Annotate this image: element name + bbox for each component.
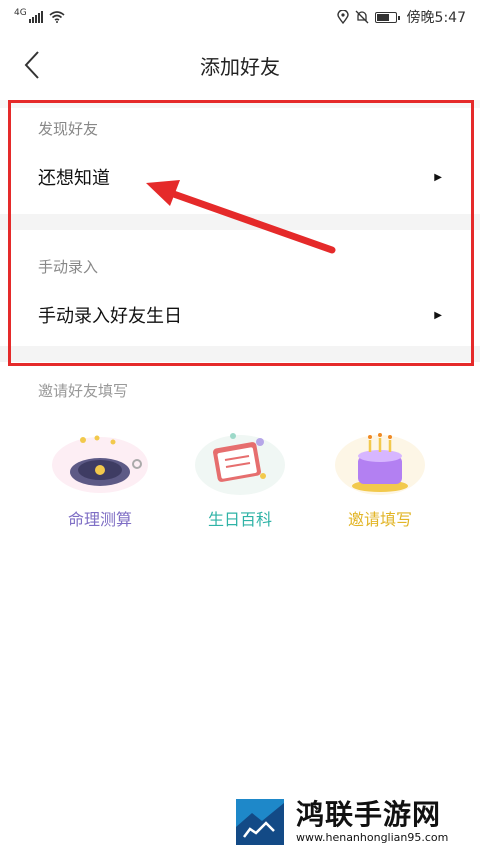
nav-bar: 添加好友 — [0, 34, 480, 96]
network-type: 4G — [14, 8, 27, 18]
invite-item-birthday-wiki[interactable]: 生日百科 — [170, 420, 310, 550]
fortune-compass-icon — [52, 435, 148, 493]
discover-group: 发现好友 还想知道 ▶ — [0, 108, 480, 204]
status-left: 4G — [14, 8, 65, 23]
right-triangle-icon: ▶ — [434, 309, 442, 321]
manual-header: 手动录入 — [38, 258, 99, 276]
brand-logo — [236, 799, 284, 845]
section-divider — [0, 214, 480, 230]
invite-item-label: 邀请填写 — [347, 510, 412, 529]
watermark: 鸿联手游网 www.henanhonglian95.com — [232, 792, 476, 850]
discover-row-label: 还想知道 — [38, 168, 110, 189]
signal-icon — [28, 11, 43, 23]
discover-header: 发现好友 — [38, 120, 99, 138]
birthday-cake-icon — [335, 433, 425, 495]
invite-item-label: 命理测算 — [67, 510, 132, 529]
status-bar: 4G 傍晚5:47 — [0, 0, 480, 34]
invite-item-invite-fill[interactable]: 邀请填写 — [310, 420, 450, 550]
manual-row[interactable]: 手动录入好友生日 ▶ — [0, 288, 480, 342]
clock: 傍晚5:47 — [406, 10, 466, 26]
right-triangle-icon: ▶ — [434, 171, 442, 183]
watermark-url: www.henanhonglian95.com — [296, 830, 449, 844]
mute-bell-icon — [355, 10, 369, 24]
wifi-icon — [49, 11, 65, 23]
invite-item-label: 生日百科 — [207, 510, 272, 529]
section-divider — [0, 100, 480, 108]
calendar-book-icon — [195, 433, 285, 495]
status-right: 傍晚5:47 — [336, 7, 466, 27]
invite-item-fortune[interactable]: 命理测算 — [30, 420, 170, 550]
invite-items: 命理测算 生日百科 邀请填写 — [0, 420, 480, 560]
manual-group: 手动录入 手动录入好友生日 ▶ — [0, 246, 480, 342]
discover-row[interactable]: 还想知道 ▶ — [0, 150, 480, 204]
page-title: 添加好友 — [200, 54, 280, 79]
back-button[interactable] — [16, 48, 50, 82]
battery-icon — [374, 11, 400, 23]
manual-row-label: 手动录入好友生日 — [38, 306, 182, 327]
watermark-name: 鸿联手游网 — [296, 797, 442, 831]
location-icon — [336, 10, 349, 24]
section-divider — [0, 346, 480, 362]
watermark-text: 鸿联手游网 www.henanhonglian95.com — [296, 797, 449, 844]
invite-section-title: 邀请好友填写 — [38, 382, 129, 400]
